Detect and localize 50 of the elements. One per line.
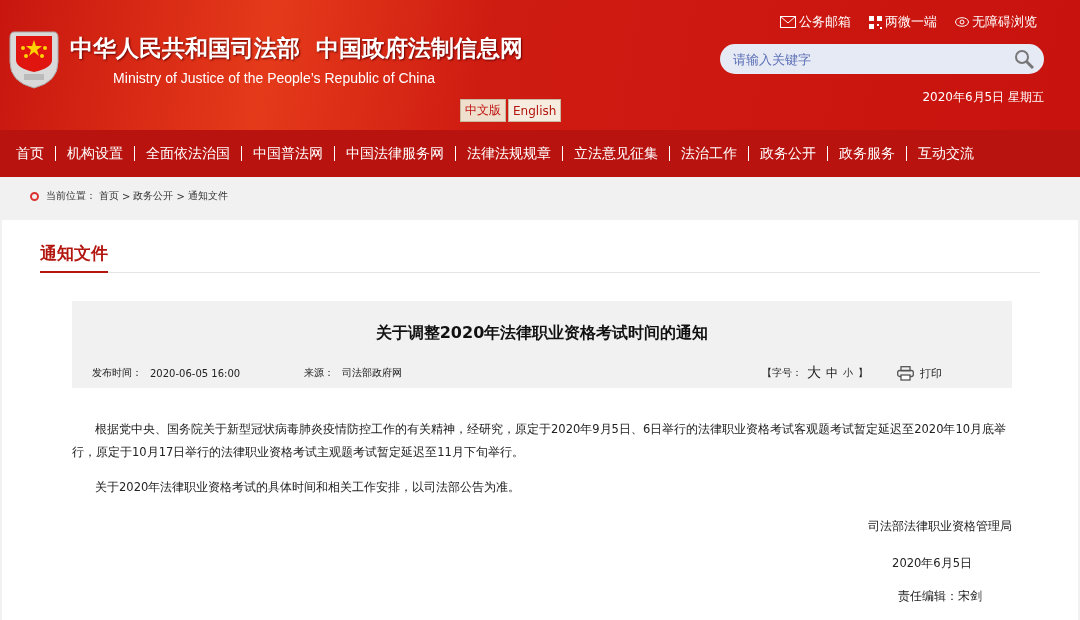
font-size-link[interactable]: 中 bbox=[826, 364, 838, 382]
nav-link[interactable]: 政务服务 bbox=[839, 144, 895, 163]
publish-label: 发布时间： bbox=[92, 366, 142, 380]
eye-icon bbox=[955, 17, 969, 27]
search-field[interactable]: 请输入关键字 bbox=[720, 44, 1044, 74]
nav-link[interactable]: 政务公开 bbox=[760, 144, 816, 163]
emblem-icon bbox=[8, 28, 60, 90]
envelope-icon bbox=[780, 16, 796, 28]
breadcrumb-link[interactable]: 政务公开 bbox=[133, 189, 174, 203]
header-date: 2020年6月5日 星期五 bbox=[922, 89, 1044, 106]
header-link[interactable]: 两微一端 bbox=[869, 13, 937, 31]
nav-link[interactable]: 立法意见征集 bbox=[574, 144, 658, 163]
source-name: 司法部政府网 bbox=[342, 366, 403, 380]
font-size-link[interactable]: 小 bbox=[843, 366, 853, 380]
search-icon bbox=[1014, 49, 1034, 69]
nav-link[interactable]: 首页 bbox=[16, 144, 44, 163]
signature: 司法部法律职业资格管理局 bbox=[867, 519, 1012, 534]
location-icon bbox=[30, 191, 39, 201]
nav-link[interactable]: 中国普法网 bbox=[253, 144, 323, 163]
body-paragraph: 关于2020年法律职业资格考试的具体时间和相关工作安排，以司法部公告为准。 bbox=[94, 479, 522, 496]
site-subtitle: Ministry of Justice of the People’s Republic of China bbox=[113, 69, 435, 86]
language-button[interactable]: English bbox=[508, 99, 562, 122]
source-label: 来源： bbox=[304, 366, 335, 380]
header-link[interactable]: 公务邮箱 bbox=[780, 13, 851, 31]
editor-credit: 责任编辑：宋剑 bbox=[897, 589, 983, 604]
font-size-bracket: 】 bbox=[858, 366, 868, 380]
nav-link[interactable]: 机构设置 bbox=[67, 144, 123, 163]
font-size-link[interactable]: 大 bbox=[807, 364, 821, 382]
qr-code-icon bbox=[869, 15, 882, 29]
language-button[interactable]: 中文版 bbox=[460, 99, 506, 122]
nav-link[interactable]: 法治工作 bbox=[681, 144, 737, 163]
article-title: 关于调整2020年法律职业资格考试时间的通知 bbox=[374, 322, 710, 344]
body-paragraph: 根据党中央、国务院关于新型冠状病毒肺炎疫情防控工作的有关精神，经研究，原定于2020年9月5日、6日举行的法律职业资格考试客观题考试暂定延迟至2020年10月底举行，原定于10月17日举行的法律职业资格考试主观题考试暂定延迟至11月下旬举行。 bbox=[72, 421, 1008, 461]
nav-link[interactable]: 全面依法治国 bbox=[146, 144, 230, 163]
breadcrumb-link[interactable]: 首页 bbox=[99, 189, 119, 203]
print-link[interactable]: 打印 bbox=[897, 365, 942, 381]
breadcrumb-link[interactable]: 通知文件 bbox=[187, 189, 228, 203]
signature-date: 2020年6月5日 bbox=[891, 556, 973, 571]
site-title: 中华人民共和国司法部 中国政府法制信息网 bbox=[70, 32, 523, 63]
printer-icon bbox=[897, 365, 914, 381]
breadcrumb-separator: > bbox=[176, 190, 185, 202]
header-link[interactable]: 无障碍浏览 bbox=[955, 13, 1037, 31]
nav-link[interactable]: 中国法律服务网 bbox=[346, 144, 444, 163]
font-size-label: 【字号： bbox=[762, 366, 802, 380]
nav-link[interactable]: 法律法规规章 bbox=[467, 144, 551, 163]
nav-link[interactable]: 互动交流 bbox=[918, 144, 974, 163]
section-title: 通知文件 bbox=[40, 242, 108, 273]
breadcrumb-separator: > bbox=[122, 190, 131, 202]
breadcrumb-label: 当前位置： bbox=[46, 189, 96, 203]
publish-time: 2020-06-05 16:00 bbox=[150, 367, 241, 379]
